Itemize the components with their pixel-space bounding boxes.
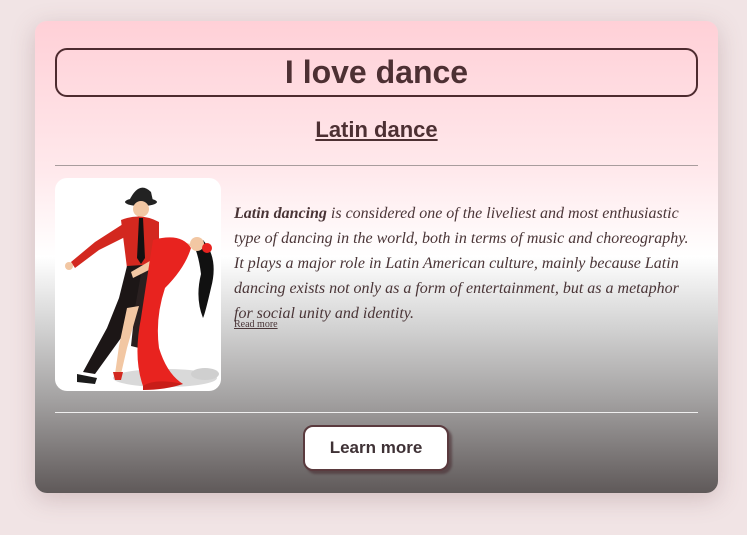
read-more-link[interactable]: Read more [234, 319, 278, 330]
description-lead: Latin dancing [234, 205, 327, 222]
page-title: I love dance [284, 54, 469, 90]
divider-bottom [55, 412, 698, 413]
description-body: is considered one of the liveliest and m… [234, 205, 689, 322]
dance-card: I love dance Latin dance Latin dancing i… [35, 21, 718, 493]
section-subtitle: Latin dance [315, 117, 438, 142]
learn-more-button[interactable]: Learn more [303, 425, 449, 471]
divider-top [55, 165, 698, 166]
dancers-image [55, 178, 221, 391]
title-box: I love dance [55, 48, 698, 97]
latin-dancers-illustration-icon [65, 187, 219, 390]
description-text: Latin dancing is considered one of the l… [234, 201, 694, 326]
